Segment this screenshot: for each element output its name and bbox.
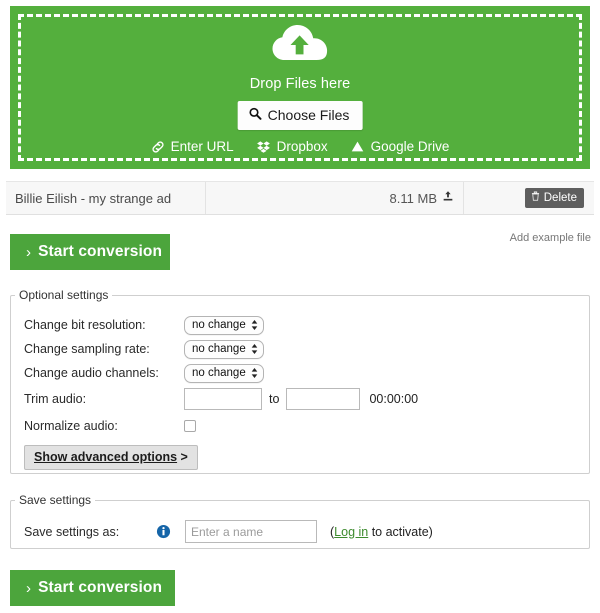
dropbox-label: Dropbox [277, 139, 328, 154]
optional-settings-legend: Optional settings [15, 288, 112, 302]
start-conversion-label: Start conversion [38, 579, 162, 597]
add-example-file-link[interactable]: Add example file [510, 232, 591, 244]
save-settings-row: Save settings as: (Log in to activate) [24, 520, 589, 543]
audio-channels-select-wrap: no change [184, 364, 264, 383]
delete-button[interactable]: Delete [525, 188, 584, 208]
converter-page: Drop Files here Choose Files Enter URL [0, 0, 600, 613]
show-advanced-chevron: > [177, 450, 188, 464]
drop-files-text: Drop Files here [10, 76, 590, 92]
google-drive-link[interactable]: Google Drive [350, 139, 450, 154]
sampling-rate-row: Change sampling rate: no change [24, 337, 589, 361]
activate-note: (Log in to activate) [330, 525, 433, 539]
start-conversion-button-bottom[interactable]: › Start conversion [10, 570, 175, 606]
file-name-cell: Billie Eilish - my strange ad [6, 182, 206, 214]
chevron-right-icon: › [26, 244, 31, 261]
show-advanced-options-label: Show advanced options [34, 450, 177, 464]
trim-end-input[interactable] [286, 388, 360, 410]
save-settings-legend: Save settings [15, 493, 95, 507]
link-icon [151, 140, 165, 154]
normalize-audio-checkbox[interactable] [184, 420, 196, 432]
google-drive-label: Google Drive [371, 139, 450, 154]
file-size-cell: 8.11 MB [206, 182, 464, 214]
trim-start-input[interactable] [184, 388, 262, 410]
audio-channels-row: Change audio channels: no change [24, 361, 589, 385]
info-icon[interactable] [156, 524, 171, 539]
normalize-audio-row: Normalize audio: [24, 413, 589, 439]
start-conversion-label: Start conversion [38, 243, 162, 261]
save-settings-panel: Save settings Save settings as: (Log in … [10, 493, 590, 549]
trim-to-label: to [269, 392, 279, 406]
enter-url-label: Enter URL [171, 139, 234, 154]
start-conversion-button-top[interactable]: › Start conversion [10, 234, 170, 270]
sampling-rate-select-wrap: no change [184, 340, 264, 359]
chevron-right-icon: › [26, 580, 31, 597]
normalize-audio-label: Normalize audio: [24, 419, 184, 433]
optional-settings-panel: Optional settings Change bit resolution:… [10, 288, 590, 474]
sampling-rate-select[interactable]: no change [184, 340, 264, 359]
bit-resolution-select[interactable]: no change [184, 316, 264, 335]
save-settings-name-input[interactable] [185, 520, 317, 543]
bit-resolution-label: Change bit resolution: [24, 318, 184, 332]
trash-icon [531, 191, 540, 204]
trim-audio-label: Trim audio: [24, 392, 184, 406]
dropbox-icon [256, 140, 271, 154]
bit-resolution-row: Change bit resolution: no change [24, 313, 589, 337]
delete-label: Delete [544, 192, 577, 204]
cloud-upload-icon [10, 22, 590, 64]
audio-duration: 00:00:00 [369, 392, 418, 406]
file-dropzone[interactable]: Drop Files here Choose Files Enter URL [10, 6, 590, 169]
file-name: Billie Eilish - my strange ad [15, 191, 171, 206]
file-actions-cell: Delete [464, 182, 594, 214]
upload-icon [442, 189, 454, 207]
note-rest: to activate) [368, 525, 433, 539]
save-settings-label: Save settings as: [24, 525, 156, 539]
choose-files-label: Choose Files [268, 107, 350, 123]
google-drive-icon [350, 140, 365, 154]
bit-resolution-select-wrap: no change [184, 316, 264, 335]
search-icon [249, 107, 262, 123]
audio-channels-label: Change audio channels: [24, 366, 184, 380]
file-size: 8.11 MB [390, 191, 437, 206]
enter-url-link[interactable]: Enter URL [151, 139, 234, 154]
sampling-rate-label: Change sampling rate: [24, 342, 184, 356]
show-advanced-options-button[interactable]: Show advanced options > [24, 445, 198, 470]
file-row: Billie Eilish - my strange ad 8.11 MB [6, 181, 594, 215]
audio-channels-select[interactable]: no change [184, 364, 264, 383]
cloud-services-row: Enter URL Dropbox Google Drive [10, 139, 590, 154]
trim-audio-row: Trim audio: to 00:00:00 [24, 385, 589, 413]
choose-files-button[interactable]: Choose Files [238, 101, 363, 130]
dropbox-link[interactable]: Dropbox [256, 139, 328, 154]
login-link[interactable]: Log in [334, 525, 368, 539]
